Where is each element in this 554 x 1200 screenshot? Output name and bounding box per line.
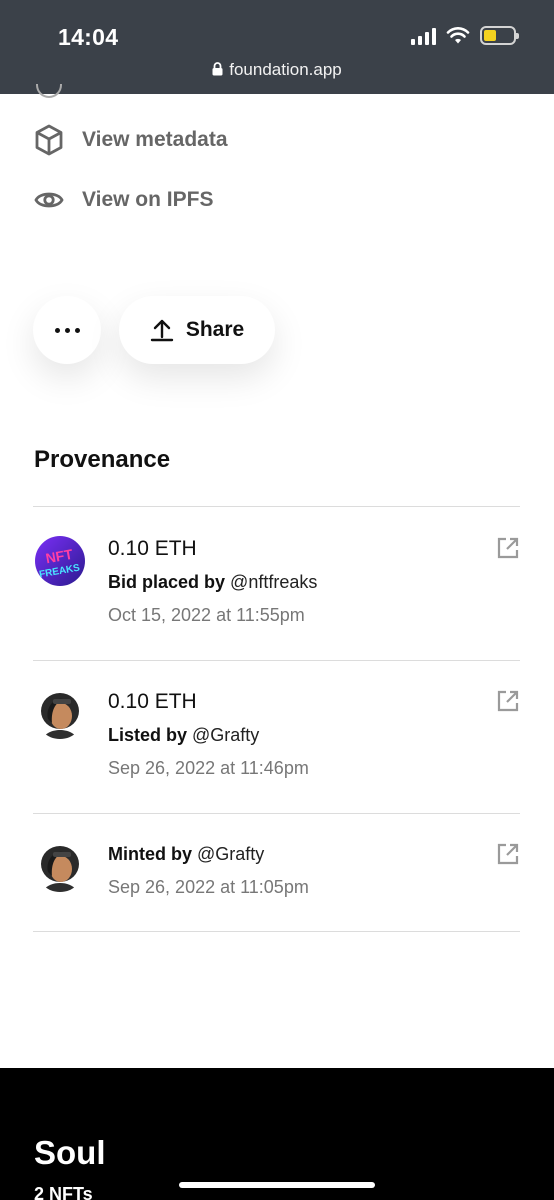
provenance-item: 0.10 ETH Listed by @Grafty Sep 26, 2022 … <box>33 689 520 789</box>
share-button[interactable]: Share <box>119 296 275 364</box>
grafty-avatar[interactable] <box>35 842 85 892</box>
collection-title: Soul <box>34 1134 106 1171</box>
view-on-ipfs-link[interactable]: View on IPFS <box>34 186 213 214</box>
event-date: Sep 26, 2022 at 11:05pm <box>108 877 309 897</box>
cube-icon <box>35 124 63 156</box>
collection-footer[interactable]: Soul 2 NFTs <box>0 1068 554 1200</box>
divider <box>33 813 520 814</box>
price: 0.10 ETH <box>108 690 197 713</box>
home-indicator[interactable] <box>179 1182 375 1188</box>
divider <box>33 660 520 661</box>
user-handle-link[interactable]: @Grafty <box>192 725 259 745</box>
divider <box>33 506 520 507</box>
battery-icon <box>480 26 519 45</box>
event-date: Oct 15, 2022 at 11:55pm <box>108 605 305 625</box>
partial-icon <box>36 84 62 98</box>
address-bar[interactable]: foundation.app <box>0 60 554 80</box>
external-link-icon[interactable] <box>496 536 520 560</box>
eye-icon <box>34 192 64 208</box>
ellipsis-icon <box>54 327 80 333</box>
share-label: Share <box>185 318 245 341</box>
price: 0.10 ETH <box>108 537 197 560</box>
system-icons <box>411 26 519 45</box>
url-text: foundation.app <box>229 60 342 79</box>
event-actor: Minted by @Grafty <box>108 842 309 866</box>
cellular-signal-icon <box>411 27 436 45</box>
event-actor: Listed by @Grafty <box>108 723 309 747</box>
event-action: Minted by <box>108 844 192 864</box>
status-bar: 14:04 foundation.app <box>0 0 554 94</box>
event-actor: Bid placed by @nftfreaks <box>108 570 317 594</box>
view-on-ipfs-label: View on IPFS <box>82 188 214 211</box>
view-metadata-label: View metadata <box>82 128 228 151</box>
provenance-details: Minted by @Grafty Sep 26, 2022 at 11:05p… <box>108 842 309 899</box>
upload-icon <box>150 319 174 342</box>
provenance-item: Minted by @Grafty Sep 26, 2022 at 11:05p… <box>33 842 520 912</box>
wifi-icon <box>446 26 470 43</box>
provenance-details: 0.10 ETH Listed by @Grafty Sep 26, 2022 … <box>108 689 309 780</box>
event-action: Bid placed by <box>108 572 226 592</box>
user-handle-link[interactable]: @nftfreaks <box>230 572 317 592</box>
provenance-item: NFT FREAKS 0.10 ETH Bid placed by @nftfr… <box>33 536 520 636</box>
lock-icon <box>212 62 223 76</box>
grafty-avatar[interactable] <box>35 689 85 739</box>
collection-count: 2 NFTs <box>34 1184 93 1200</box>
external-link-icon[interactable] <box>496 842 520 866</box>
external-link-icon[interactable] <box>496 689 520 713</box>
event-date: Sep 26, 2022 at 11:46pm <box>108 758 309 778</box>
event-action: Listed by <box>108 725 188 745</box>
provenance-title: Provenance <box>34 446 171 473</box>
user-handle-link[interactable]: @Grafty <box>197 844 264 864</box>
action-bar: Share <box>33 296 275 364</box>
more-options-button[interactable] <box>33 296 101 364</box>
divider <box>33 931 520 932</box>
nft-freaks-avatar[interactable]: NFT FREAKS <box>35 536 85 586</box>
status-time: 14:04 <box>58 24 119 50</box>
provenance-details: 0.10 ETH Bid placed by @nftfreaks Oct 15… <box>108 536 317 627</box>
view-metadata-link[interactable]: View metadata <box>34 124 228 156</box>
